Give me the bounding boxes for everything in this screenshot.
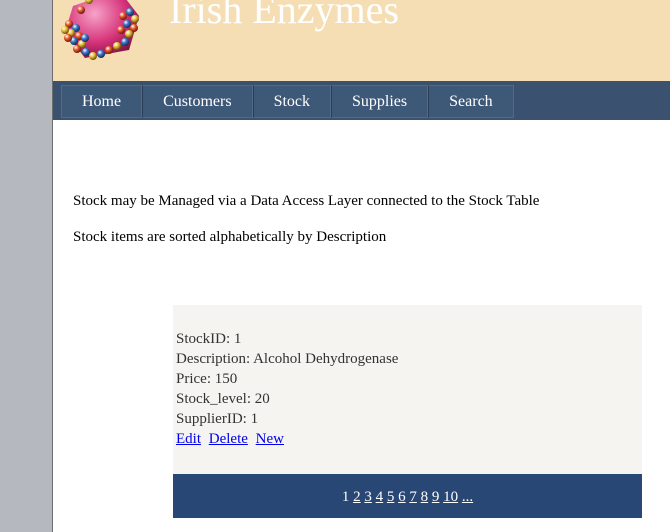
delete-link[interactable]: Delete (209, 431, 248, 447)
stock-id-field: StockID: 1 (176, 331, 242, 347)
site-header: Irish Enzymes (53, 0, 670, 81)
pager-page-10[interactable]: 10 (443, 489, 458, 505)
description-field: Description: Alcohol Dehydrogenase (176, 351, 399, 367)
intro-text: Stock may be Managed via a Data Access L… (73, 193, 540, 209)
pager-page-7[interactable]: 7 (409, 489, 417, 505)
nav-menu: Home Customers Stock Supplies Search (61, 85, 514, 118)
edit-link[interactable]: Edit (176, 431, 201, 447)
price-field: Price: 150 (176, 371, 238, 387)
site-title: Irish Enzymes (169, 0, 399, 32)
nav-item-supplies[interactable]: Supplies (331, 85, 429, 118)
molecule-cluster-icon (59, 0, 145, 66)
record-actions: Edit Delete New (176, 431, 288, 448)
pager-current-page: 1 (341, 489, 350, 505)
pager: 1 2 3 4 5 6 7 8 9 10 ... (173, 474, 642, 518)
pager-page-8[interactable]: 8 (421, 489, 429, 505)
pager-page-5[interactable]: 5 (387, 489, 395, 505)
stock-record-panel: StockID: 1 Description: Alcohol Dehydrog… (173, 305, 642, 474)
main-navigation: Home Customers Stock Supplies Search (53, 81, 670, 120)
nav-item-home[interactable]: Home (61, 85, 143, 118)
new-link[interactable]: New (256, 431, 284, 447)
nav-item-search[interactable]: Search (428, 85, 514, 118)
pager-page-3[interactable]: 3 (364, 489, 372, 505)
nav-item-stock[interactable]: Stock (252, 85, 332, 118)
nav-item-customers[interactable]: Customers (142, 85, 253, 118)
pager-page-2[interactable]: 2 (353, 489, 361, 505)
pager-page-9[interactable]: 9 (432, 489, 440, 505)
sort-note-text: Stock items are sorted alphabetically by… (73, 229, 387, 245)
page: Irish Enzymes Home Customers Stock Suppl… (53, 0, 670, 532)
pager-page-4[interactable]: 4 (376, 489, 384, 505)
stock-level-field: Stock_level: 20 (176, 391, 270, 407)
left-margin-strip (0, 0, 53, 532)
pager-more-link[interactable]: ... (462, 489, 473, 505)
supplier-id-field: SupplierID: 1 (176, 411, 259, 427)
pager-page-6[interactable]: 6 (398, 489, 406, 505)
